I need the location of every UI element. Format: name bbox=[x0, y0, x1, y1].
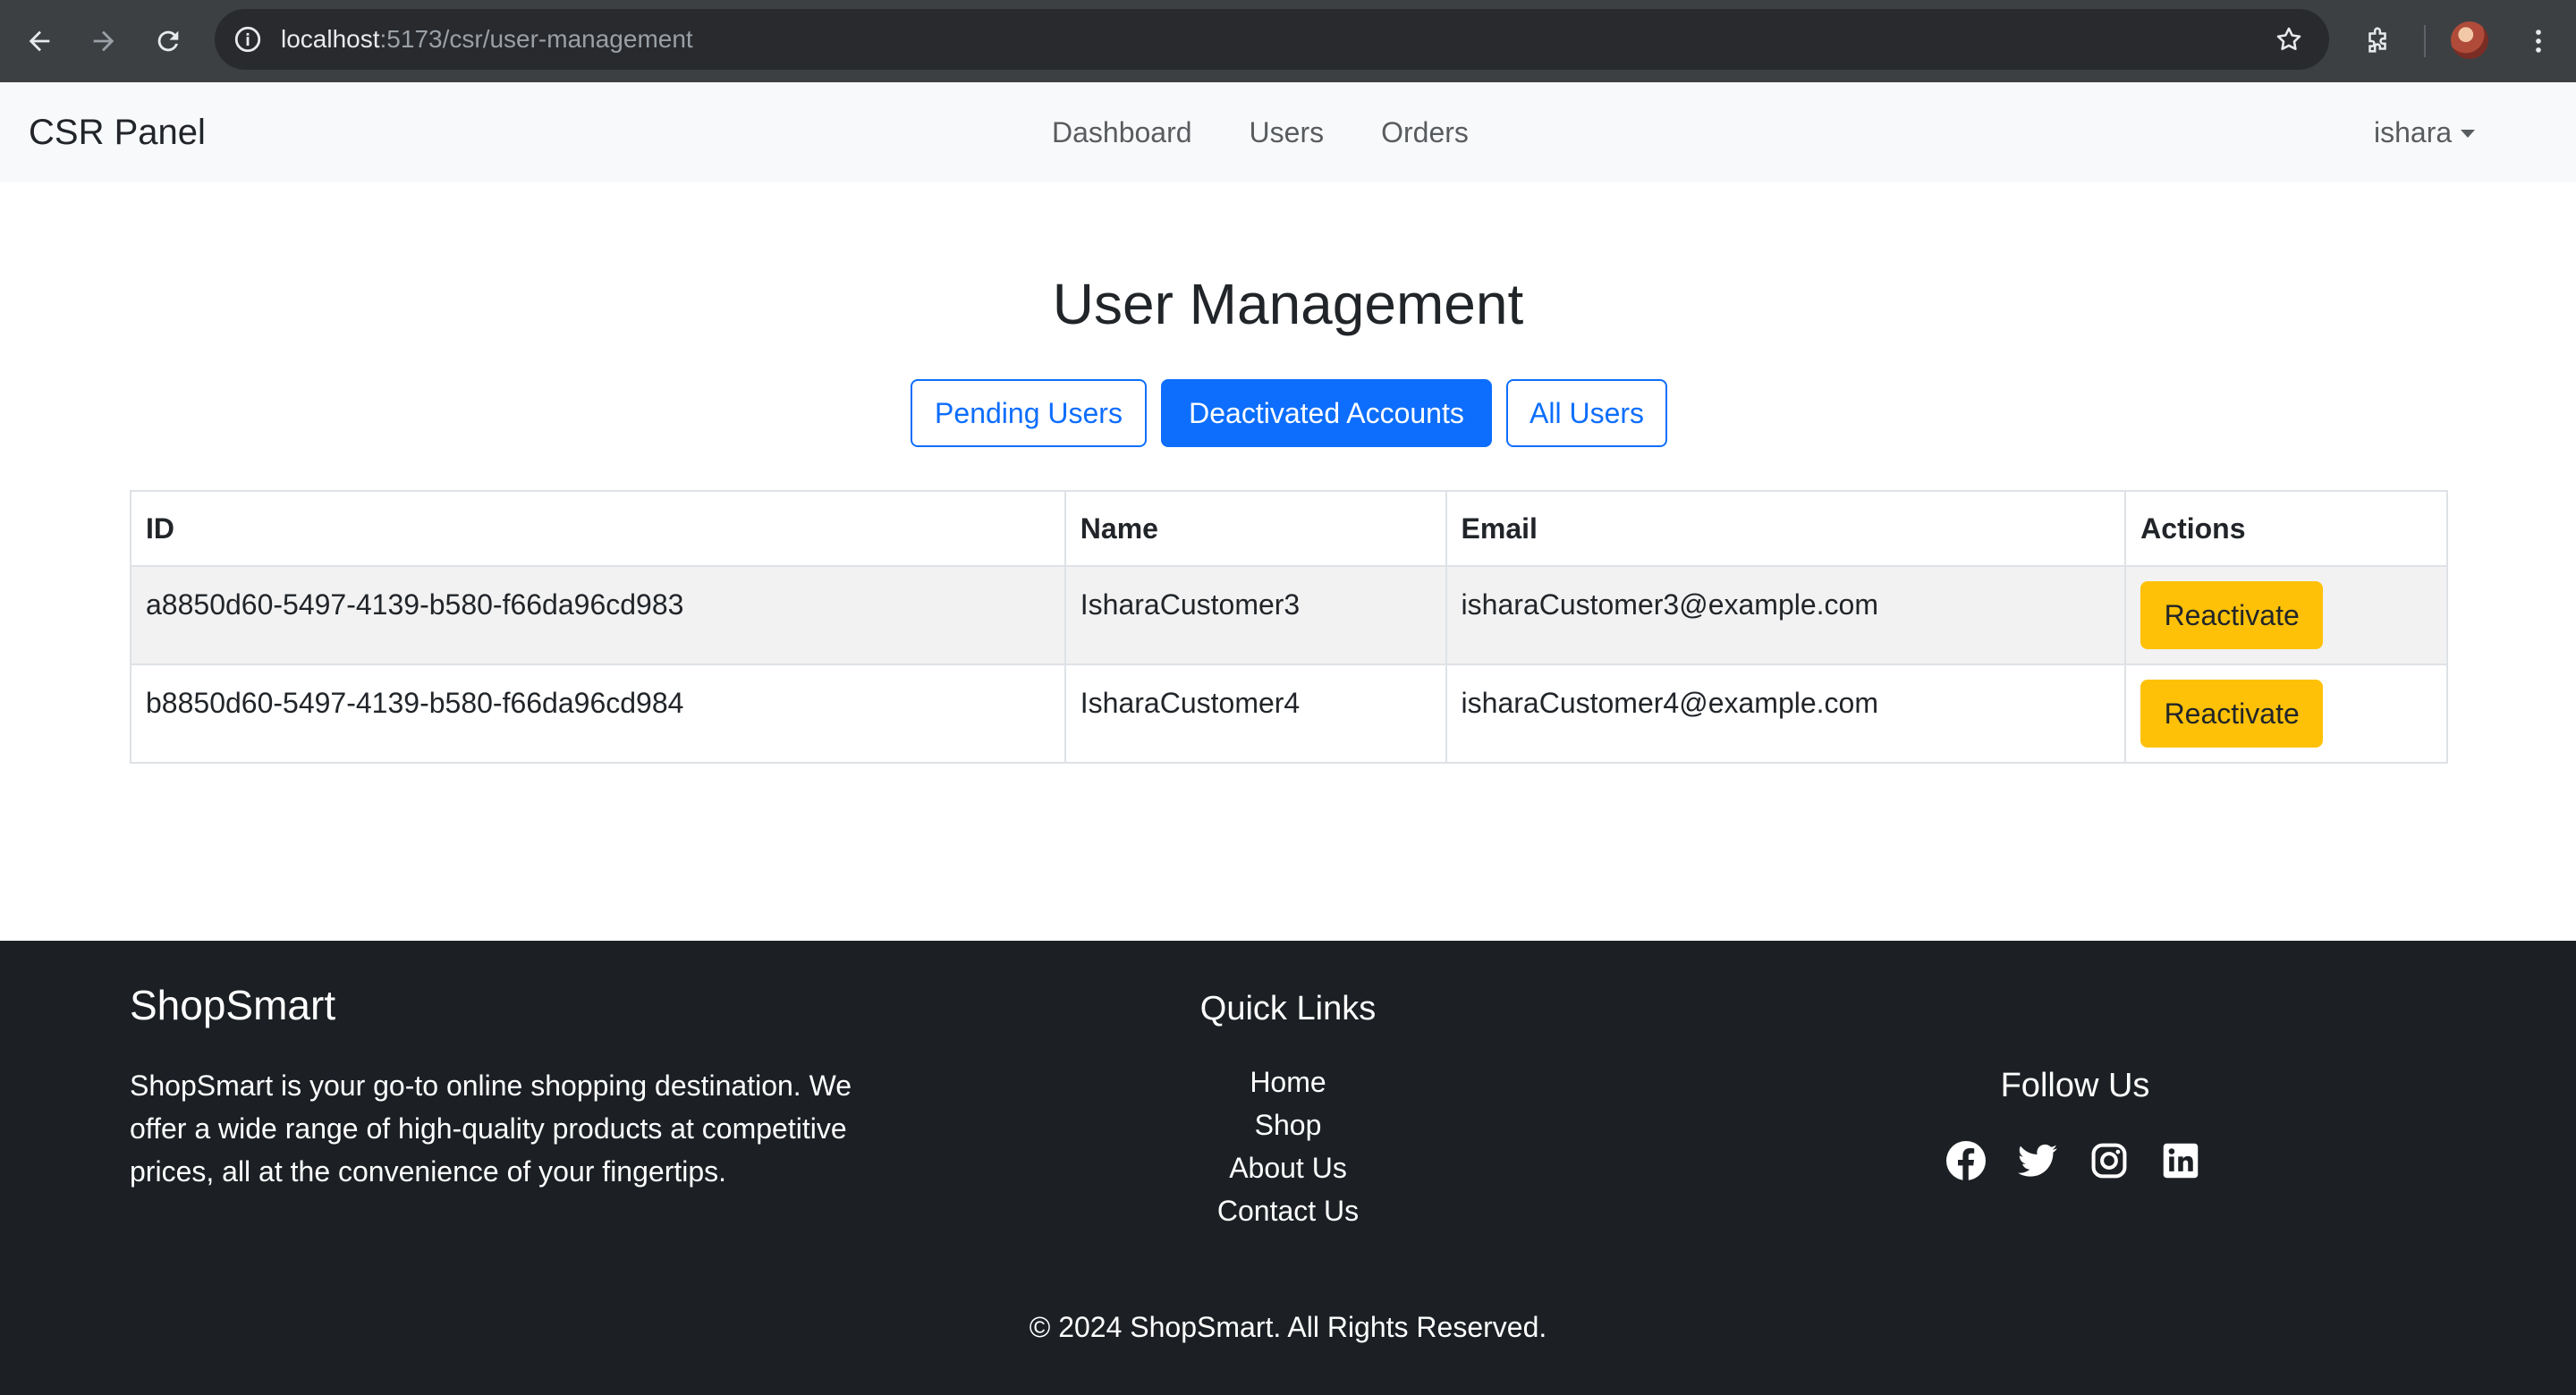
footer-brand: ShopSmart bbox=[130, 982, 336, 1028]
address-bar[interactable]: localhost:5173/csr/user-management bbox=[215, 9, 2329, 70]
tab-all-users[interactable]: All Users bbox=[1506, 379, 1667, 447]
users-table: ID Name Email Actions a8850d60-5497-4139… bbox=[130, 490, 2448, 764]
table-header-row: ID Name Email Actions bbox=[130, 490, 2448, 567]
column-header-email: Email bbox=[1445, 490, 2127, 567]
cell-actions: Reactivate bbox=[2124, 664, 2448, 764]
cell-email: isharaCustomer4@example.com bbox=[1445, 664, 2127, 764]
forward-button[interactable] bbox=[82, 20, 125, 63]
column-header-id: ID bbox=[130, 490, 1066, 567]
user-filter-tabs: Pending Users Deactivated Accounts All U… bbox=[911, 379, 1667, 447]
arrow-left-icon bbox=[29, 30, 50, 52]
url-host: localhost bbox=[281, 25, 380, 53]
app-navbar: CSR Panel Dashboard Users Orders ishara bbox=[0, 82, 2576, 182]
bookmark-star-icon[interactable] bbox=[2274, 24, 2304, 55]
nav-link-orders[interactable]: Orders bbox=[1381, 116, 1469, 149]
reactivate-button[interactable]: Reactivate bbox=[2140, 680, 2324, 748]
cell-name: IsharaCustomer4 bbox=[1063, 664, 1447, 764]
user-dropdown-toggle[interactable]: ishara bbox=[2374, 82, 2476, 182]
navbar-brand[interactable]: CSR Panel bbox=[29, 82, 206, 182]
social-links bbox=[1945, 1139, 2202, 1182]
back-button[interactable] bbox=[18, 20, 61, 63]
table-row: a8850d60-5497-4139-b580-f66da96cd983 Ish… bbox=[130, 565, 2448, 665]
footer-link-about-us[interactable]: About Us bbox=[984, 1146, 1592, 1189]
reload-button[interactable] bbox=[147, 20, 190, 63]
kebab-menu-icon bbox=[2536, 30, 2541, 53]
footer-copyright: © 2024 ShopSmart. All Rights Reserved. bbox=[1029, 1311, 1547, 1343]
nav-links: Dashboard Users Orders bbox=[1052, 82, 1526, 182]
toolbar-separator bbox=[2424, 25, 2426, 57]
site-footer: ShopSmart ShopSmart is your go-to online… bbox=[0, 941, 2576, 1395]
footer-link-contact-us[interactable]: Contact Us bbox=[984, 1189, 1592, 1232]
nav-link-dashboard[interactable]: Dashboard bbox=[1052, 116, 1192, 149]
linkedin-icon[interactable] bbox=[2159, 1139, 2202, 1182]
follow-us-title: Follow Us bbox=[2000, 1067, 2150, 1104]
reload-icon bbox=[157, 30, 179, 52]
cell-actions: Reactivate bbox=[2124, 565, 2448, 665]
reactivate-button[interactable]: Reactivate bbox=[2140, 581, 2324, 649]
caret-down-icon bbox=[2461, 129, 2476, 138]
column-header-actions: Actions bbox=[2124, 490, 2448, 567]
browser-menu-button[interactable] bbox=[2517, 20, 2560, 63]
browser-toolbar: localhost:5173/csr/user-management bbox=[0, 0, 2576, 82]
cell-id: a8850d60-5497-4139-b580-f66da96cd983 bbox=[130, 565, 1066, 665]
cell-name: IsharaCustomer3 bbox=[1063, 565, 1447, 665]
page-title: User Management bbox=[1052, 272, 1524, 336]
cell-id: b8850d60-5497-4139-b580-f66da96cd984 bbox=[130, 664, 1066, 764]
twitter-icon[interactable] bbox=[2016, 1139, 2059, 1182]
column-header-name: Name bbox=[1063, 490, 1447, 567]
user-name: ishara bbox=[2374, 115, 2453, 148]
quick-links-title: Quick Links bbox=[1199, 990, 1377, 1027]
instagram-icon[interactable] bbox=[2088, 1139, 2131, 1182]
footer-link-shop[interactable]: Shop bbox=[984, 1103, 1592, 1146]
facebook-icon[interactable] bbox=[1945, 1139, 1987, 1182]
extensions-button[interactable] bbox=[2356, 20, 2399, 63]
nav-link-users[interactable]: Users bbox=[1250, 116, 1325, 149]
url-text: localhost:5173/csr/user-management bbox=[281, 9, 693, 70]
footer-description: ShopSmart is your go-to online shopping … bbox=[130, 1070, 852, 1188]
arrow-right-icon bbox=[93, 30, 114, 52]
url-path: :5173/csr/user-management bbox=[379, 25, 693, 53]
site-info-icon[interactable] bbox=[233, 24, 263, 55]
tab-pending-users[interactable]: Pending Users bbox=[911, 379, 1147, 447]
cell-email: isharaCustomer3@example.com bbox=[1445, 565, 2127, 665]
profile-avatar[interactable] bbox=[2451, 21, 2488, 59]
footer-link-home[interactable]: Home bbox=[984, 1061, 1592, 1103]
quick-links-list: Home Shop About Us Contact Us bbox=[984, 1061, 1592, 1232]
tab-deactivated-accounts[interactable]: Deactivated Accounts bbox=[1161, 379, 1492, 447]
table-row: b8850d60-5497-4139-b580-f66da96cd984 Ish… bbox=[130, 664, 2448, 764]
puzzle-icon bbox=[2368, 27, 2386, 53]
